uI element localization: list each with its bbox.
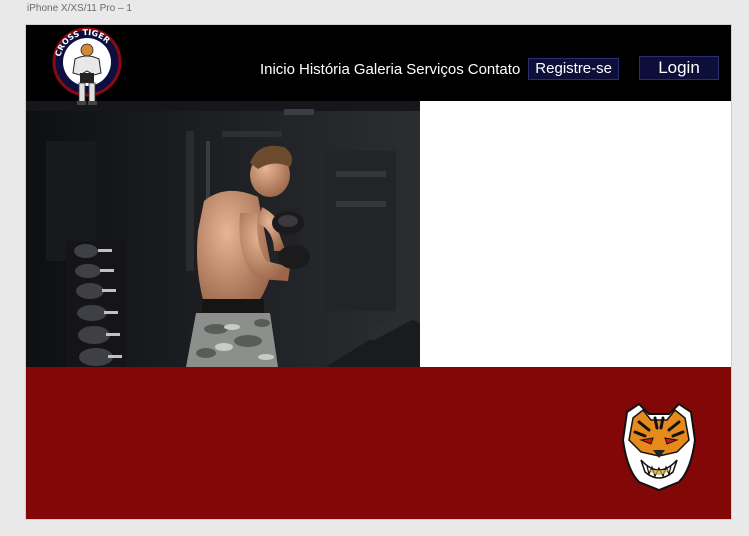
footer — [26, 367, 731, 519]
cross-tiger-logo[interactable]: CROSS TIGER — [46, 27, 128, 109]
tiger-mascot-icon — [619, 400, 699, 492]
nav-galeria[interactable]: Galeria — [354, 61, 402, 78]
register-button[interactable]: Registre-se — [528, 58, 619, 80]
artboard-label: iPhone X/XS/11 Pro – 1 — [27, 3, 132, 14]
content-panel — [420, 101, 731, 367]
nav-historia[interactable]: História — [299, 61, 350, 78]
nav-inicio[interactable]: Inicio — [260, 61, 295, 78]
hero-image — [26, 101, 420, 367]
app-frame: CROSS TIGER Inicio História Galeria Serv… — [25, 24, 732, 520]
main-nav: Inicio História Galeria Serviços Contato… — [260, 58, 619, 80]
nav-servicos[interactable]: Serviços — [406, 61, 464, 78]
login-button[interactable]: Login — [639, 56, 719, 80]
nav-contato[interactable]: Contato — [468, 61, 521, 78]
